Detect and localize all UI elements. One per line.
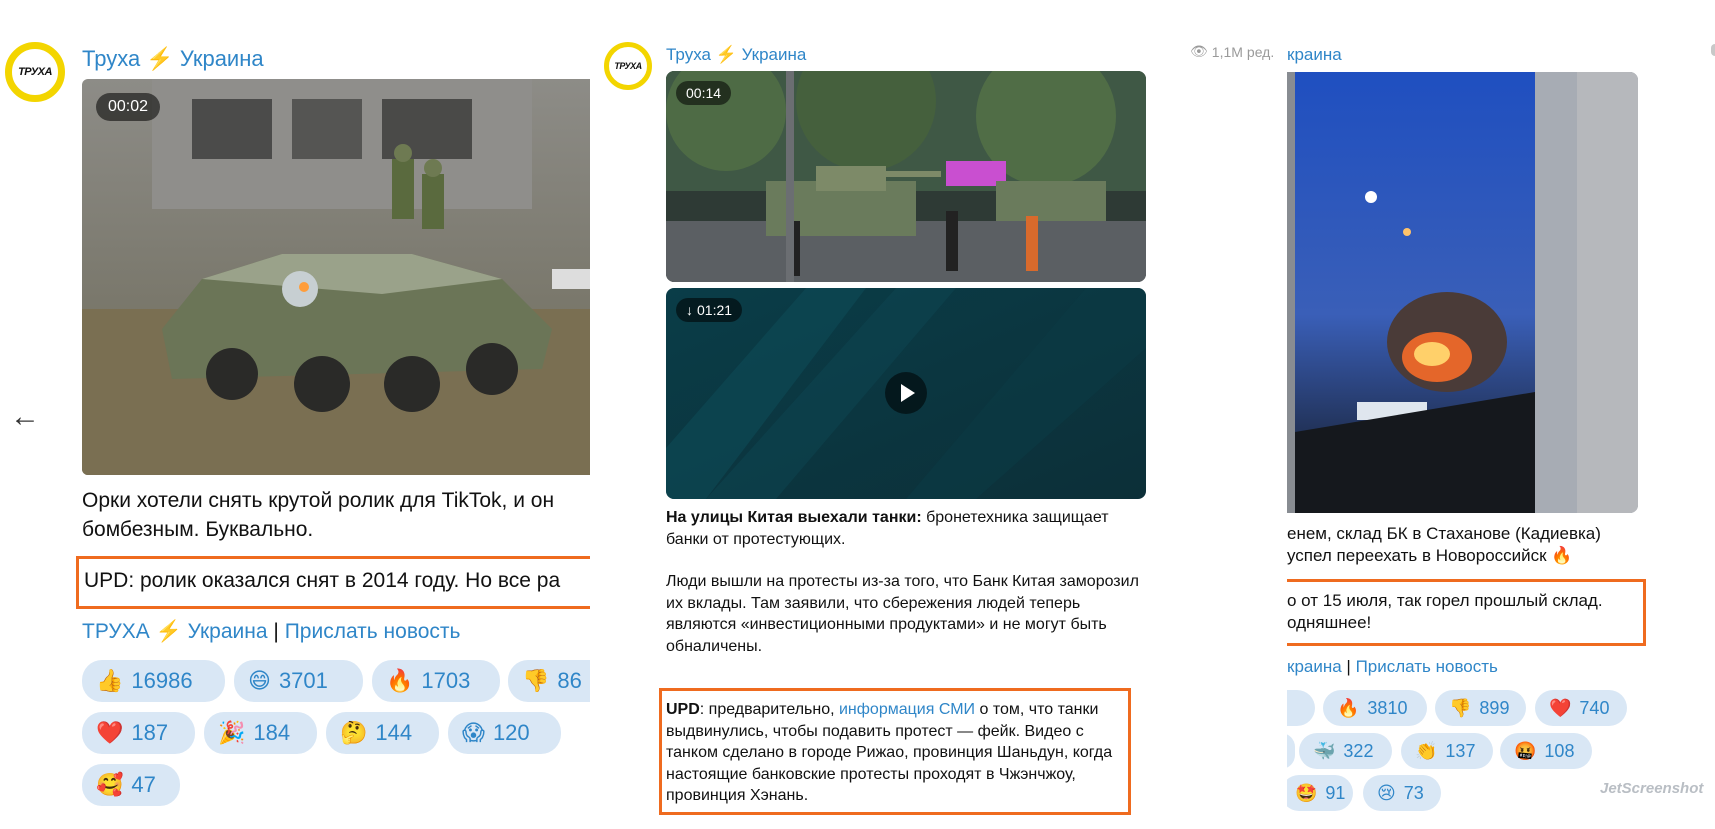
bolt-icon: ⚡ [146,46,174,71]
video-duration-badge: 00:02 [96,93,161,121]
reaction-cut-off[interactable] [1287,690,1315,726]
bolt-icon: ⚡ [715,45,737,64]
reaction-scream[interactable]: 😱 120 [448,712,561,754]
download-arrow-icon: ↓ [686,302,693,318]
reaction-thumbs-up[interactable]: 👍 16986 [82,660,225,702]
channel-name[interactable]: Труха ⚡ Украина [666,45,806,65]
video-player[interactable] [1287,72,1638,513]
post-text: На улицы Китая выехали танки: бронетехни… [666,507,1146,658]
channel-avatar[interactable]: ТРУХА [5,42,65,102]
footer-signature: краина | Прислать новость [1287,657,1498,676]
reaction-cry[interactable]: 😢 73 [1363,775,1441,811]
post-3-views: 👁 1,1M ред. [1190,42,1290,66]
reaction-angry[interactable]: 🤬 108 [1500,733,1592,769]
video-thumbnail-fire-night [1287,72,1638,513]
video-duration-badge: 00:14 [676,81,732,105]
reaction-thumbs-down[interactable]: 👎 899 [1435,690,1526,726]
headline-bold: На улицы Китая выехали танки: [666,509,922,526]
video-player-1[interactable]: 00:14 [666,71,1146,282]
video-thumbnail-tank-street [666,71,1146,282]
video-thumbnail-apc [82,79,590,475]
reaction-thumbs-down[interactable]: 👎 86 [508,660,590,702]
footer-channel-link[interactable]: ТРУХА [82,620,150,643]
reaction-fire[interactable]: 🔥 3810 [1323,690,1427,726]
reaction-star-struck[interactable]: 🤩 91 [1287,775,1353,811]
download-duration-badge[interactable]: ↓ 01:21 [676,298,743,322]
reaction-grin[interactable]: 😄 3701 [234,660,363,702]
video-player-2[interactable]: ↓ 01:21 [666,288,1146,499]
reaction-whale[interactable]: 🐳 322 [1299,733,1392,769]
bolt-icon: ⚡ [155,620,182,643]
reaction-love[interactable]: 🥰 47 [82,764,180,806]
eye-icon: 👁 [1190,44,1208,60]
footer-channel-link[interactable]: краина [1287,657,1342,676]
avatar-logo-text: ТРУХА [18,66,52,78]
post-text: Орки хотели снять крутой ролик для TikTo… [82,489,555,541]
send-news-link[interactable]: Прислать новость [285,620,461,643]
reaction-cut-off[interactable] [1287,733,1295,769]
post-paragraph: Люди вышли на протесты из-за того, что Б… [666,573,1139,655]
channel-name[interactable]: Труха ⚡ Украина [82,46,264,72]
post-2: ТРУХА Труха ⚡ Украина 00:14 ↓ 01:21 На у… [596,0,1156,829]
send-news-link[interactable]: Прислать новость [1356,657,1498,676]
footer-signature: ТРУХА ⚡ Украина | Прислать новость [82,620,461,643]
reaction-fire[interactable]: 🔥 1703 [372,660,500,702]
channel-name[interactable]: краина [1287,45,1342,65]
upd-text: UPD: ролик оказался снят в 2014 году. Но… [84,569,561,592]
reaction-clap[interactable]: 👏 137 [1401,733,1493,769]
upd-text: UPD: предварительно, информация СМИ о то… [666,701,1113,805]
media-info-link[interactable]: информация СМИ [839,701,975,718]
post-text: енем, склад БК в Стаханове (Кадиевка) ус… [1287,524,1601,566]
play-button-icon[interactable] [885,372,927,414]
watermark-logo: JetScreenshot [1600,780,1704,797]
scroll-indicator [1711,44,1715,56]
video-player[interactable]: 00:02 [82,79,590,475]
post-1: ТРУХА Труха ⚡ Украина 00:02 Орки хотели … [0,0,590,829]
post-3: краина енем, склад БК в Стаханове (Кадие… [1287,0,1715,829]
reaction-heart[interactable]: ❤️ 187 [82,712,195,754]
avatar-logo-text: ТРУХА [614,61,642,71]
channel-avatar[interactable]: ТРУХА [604,42,652,90]
reaction-thinking[interactable]: 🤔 144 [326,712,439,754]
upd-text: о от 15 июля, так горел прошлый склад. о… [1287,591,1603,633]
reaction-party[interactable]: 🎉 184 [204,712,317,754]
views-counter: 👁 1,1M ред. [1190,44,1275,60]
reaction-heart[interactable]: ❤️ 740 [1535,690,1627,726]
